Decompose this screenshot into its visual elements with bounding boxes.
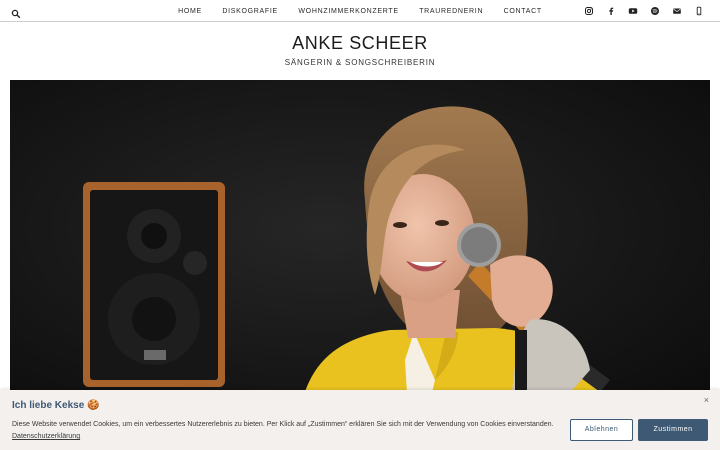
nav-item-home[interactable]: HOME	[178, 1, 202, 23]
privacy-policy-link[interactable]: Datenschutzerklärung	[12, 433, 80, 440]
site-title[interactable]: ANKE SCHEER	[0, 33, 720, 54]
search-icon[interactable]	[11, 6, 21, 19]
speaker-cabinet	[83, 182, 225, 387]
accept-button[interactable]: Zustimmen	[638, 419, 708, 441]
hero-photo	[10, 80, 710, 410]
instagram-icon[interactable]	[584, 6, 594, 16]
cookie-banner-title: Ich liebe Kekse 🍪	[12, 400, 100, 411]
nav-item-diskografie[interactable]: DISKOGRAFIE	[222, 1, 278, 23]
cookie-banner: Ich liebe Kekse 🍪 × Diese Website verwen…	[0, 390, 720, 450]
facebook-icon[interactable]	[606, 6, 616, 16]
site-tagline: SÄNGERIN & SONGSCHREIBERIN	[284, 58, 436, 67]
cookie-banner-message: Diese Website verwendet Cookies, um ein …	[12, 421, 554, 428]
cookie-banner-text: Diese Website verwendet Cookies, um ein …	[12, 419, 557, 443]
phone-icon[interactable]	[694, 6, 704, 16]
nav-item-wohnzimmerkonzerte[interactable]: WOHNZIMMERKONZERTE	[298, 1, 398, 23]
singer-with-microphone-photo	[10, 80, 710, 410]
mail-icon[interactable]	[672, 6, 682, 16]
social-links	[584, 6, 704, 16]
top-navigation-bar: HOME DISKOGRAFIE WOHNZIMMERKONZERTE TRAU…	[0, 0, 720, 22]
spotify-icon[interactable]	[650, 6, 660, 16]
nav-item-traurednerin[interactable]: TRAUREDNERIN	[419, 1, 483, 23]
nav-item-contact[interactable]: CONTACT	[504, 1, 542, 23]
youtube-icon[interactable]	[628, 6, 638, 16]
decline-button[interactable]: Ablehnen	[570, 419, 633, 441]
close-icon[interactable]: ×	[704, 395, 709, 405]
